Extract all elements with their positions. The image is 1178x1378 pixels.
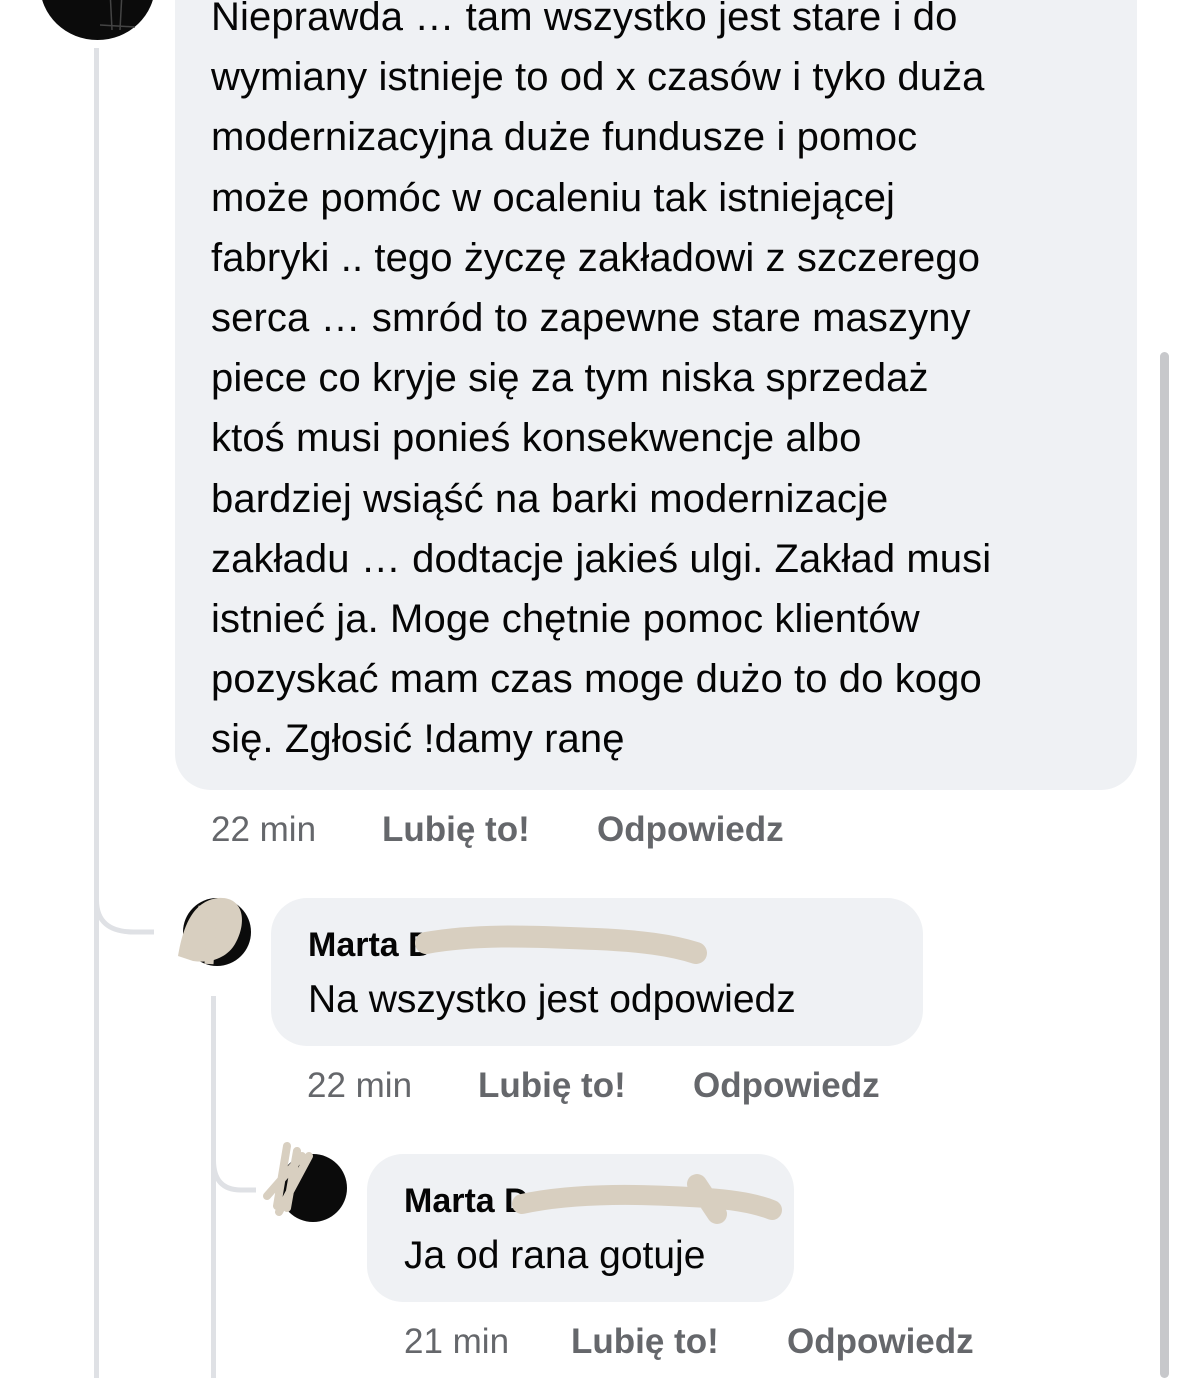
reply-2-text: Ja od rana gotuje (404, 1234, 706, 1277)
reply-2-bubble: Marta D Ja od rana gotuje (367, 1154, 794, 1302)
timestamp: 22 min (211, 810, 317, 849)
thread-line-reply (211, 996, 216, 1378)
thread-line-main (94, 48, 99, 1378)
reply-1-author[interactable]: Marta D (308, 926, 433, 965)
reply-button[interactable]: Odpowiedz (693, 1066, 880, 1106)
timestamp: 22 min (307, 1066, 413, 1105)
avatar-reply-2[interactable] (263, 1142, 347, 1222)
reply-1-bubble: Marta D Na wszystko jest odpowiedz (271, 898, 923, 1046)
like-button[interactable]: Lubię to! (382, 810, 530, 850)
main-comment-text: Nieprawda … tam wszystko jest stare i do… (211, 0, 992, 762)
name-redaction-scribble (415, 925, 707, 964)
reply-button[interactable]: Odpowiedz (597, 810, 784, 850)
reply-button[interactable]: Odpowiedz (787, 1322, 974, 1362)
like-button[interactable]: Lubię to! (478, 1066, 626, 1106)
avatar-scribble-icon (263, 1142, 313, 1216)
thread-connector-1 (94, 870, 154, 935)
avatar-main[interactable] (40, 0, 155, 40)
person-silhouette-icon (99, 0, 136, 31)
timestamp: 21 min (404, 1322, 510, 1361)
like-button[interactable]: Lubię to! (571, 1322, 719, 1362)
main-comment-bubble: Nieprawda … tam wszystko jest stare i do… (175, 0, 1137, 790)
reply-2-author[interactable]: Marta D (404, 1182, 529, 1221)
avatar-scribble-icon (178, 897, 242, 965)
reply-1-text: Na wszystko jest odpowiedz (308, 978, 796, 1021)
avatar-reply-1[interactable] (178, 897, 251, 966)
name-redaction-scribble (512, 1174, 782, 1224)
scrollbar[interactable] (1160, 352, 1169, 1378)
